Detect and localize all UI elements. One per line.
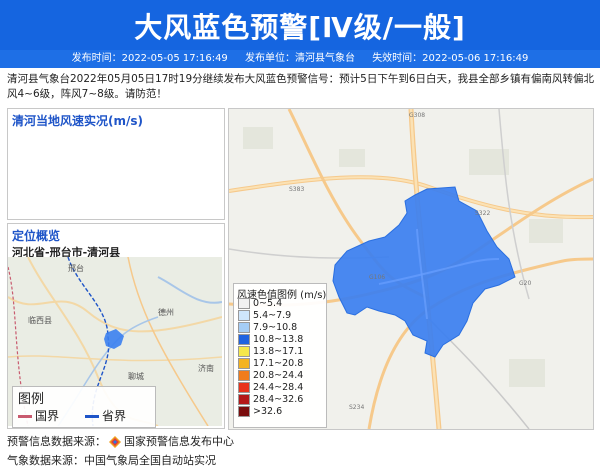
publisher: 发布单位：清河县气象台 <box>245 53 355 64</box>
city-label-top: 邢台 <box>68 263 84 273</box>
map-legend: 图例 国界 省界 <box>12 386 156 428</box>
publish-time: 发布时间：2022-05-05 17:16:49 <box>71 53 228 64</box>
wind-speed-color-legend: 风速色值图例 (m/s) 0~5.4 5.4~7.9 7.9~10.8 10.8… <box>233 283 327 428</box>
color-swatch-icon <box>238 406 250 417</box>
speed-legend-item: >32.6 <box>238 406 282 417</box>
road-label-g20: G20 <box>519 280 531 287</box>
speed-legend-item: 7.9~10.8 <box>238 322 297 333</box>
warning-title: 大风蓝色预警[Ⅳ级/一般] <box>134 11 466 44</box>
warning-source-link[interactable]: 国家预警信息发布中心 <box>124 435 234 448</box>
color-swatch-icon <box>238 322 250 333</box>
color-swatch-icon <box>238 310 250 321</box>
nmc-logo-icon <box>109 436 121 448</box>
road-label-s322: S322 <box>475 210 490 217</box>
expire-time: 失效时间：2022-05-06 17:16:49 <box>372 53 529 64</box>
speed-legend-item: 24.4~28.4 <box>238 382 303 393</box>
road-label-s383: S383 <box>289 186 304 193</box>
color-swatch-icon <box>238 298 250 309</box>
wind-speed-title: 清河当地风速实况(m/s) <box>12 114 143 128</box>
legend-item-national-border: 国界 <box>18 407 59 424</box>
color-swatch-icon <box>238 358 250 369</box>
location-title: 定位概览 <box>12 229 61 243</box>
warning-source-label: 预警信息数据来源： <box>7 435 106 448</box>
city-label-mid: 德州 <box>158 307 174 317</box>
warning-description: 清河县气象台2022年05月05日17时19分继续发布大风蓝色预警信号：预计5日… <box>7 73 595 100</box>
speed-legend-item: 20.8~24.4 <box>238 370 303 381</box>
color-swatch-icon <box>238 382 250 393</box>
province-border-line-icon <box>85 415 99 418</box>
weather-data-source: 气象数据来源：中国气象局全国自动站实况 <box>7 454 216 467</box>
warning-source: 预警信息数据来源： 国家预警信息发布中心 <box>7 433 234 449</box>
color-swatch-icon <box>238 346 250 357</box>
color-swatch-icon <box>238 334 250 345</box>
color-swatch-icon <box>238 394 250 405</box>
road-label-g308: G308 <box>409 112 425 119</box>
meta-bar: 发布时间：2022-05-05 17:16:49 发布单位：清河县气象台 失效时… <box>0 50 600 68</box>
map-legend-title: 图例 <box>18 392 45 407</box>
speed-legend-item: 10.8~13.8 <box>238 334 303 345</box>
speed-legend-item: 5.4~7.9 <box>238 310 291 321</box>
road-label-s234: S234 <box>349 404 364 411</box>
city-label-bottom-left: 聊城 <box>128 372 144 381</box>
speed-legend-item: 0~5.4 <box>238 298 282 309</box>
color-swatch-icon <box>238 370 250 381</box>
wind-speed-panel: 清河当地风速实况(m/s) <box>7 108 225 220</box>
road-label-g106: G106 <box>369 274 385 281</box>
warning-banner: 大风蓝色预警[Ⅳ级/一般] <box>0 0 600 50</box>
legend-item-province-border: 省界 <box>85 407 126 424</box>
speed-legend-item: 17.1~20.8 <box>238 358 303 369</box>
national-border-line-icon <box>18 415 32 418</box>
city-label-left: 临西县 <box>28 315 52 325</box>
city-label-right: 济南 <box>198 363 214 373</box>
speed-legend-item: 13.8~17.1 <box>238 346 303 357</box>
speed-legend-item: 28.4~32.6 <box>238 394 303 405</box>
